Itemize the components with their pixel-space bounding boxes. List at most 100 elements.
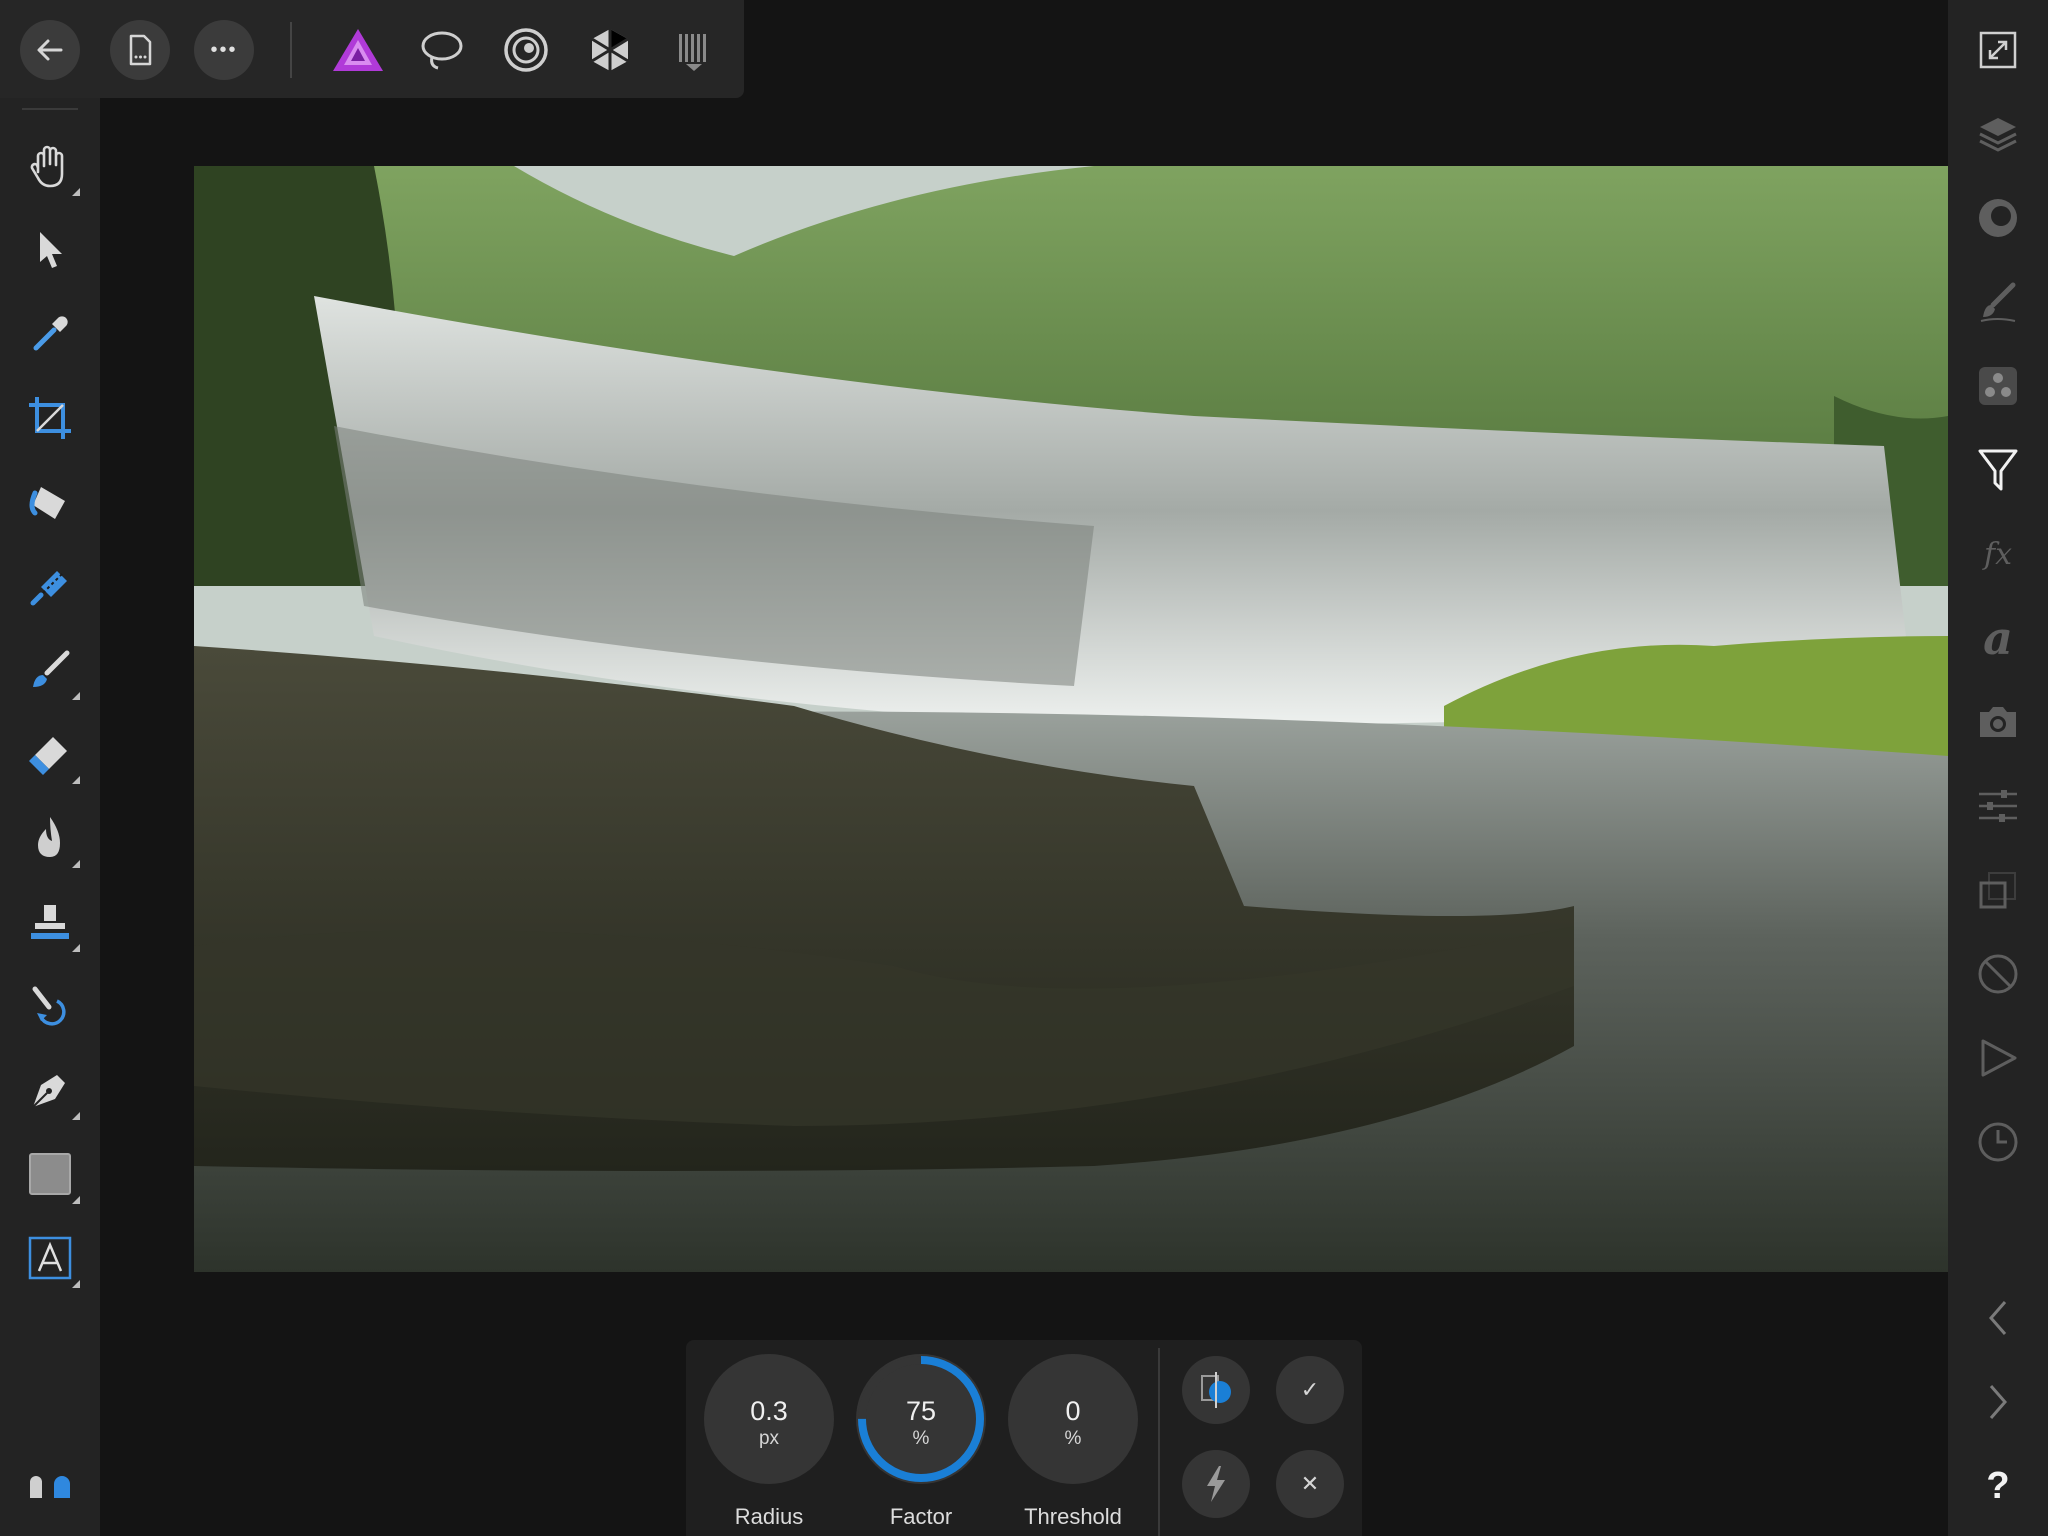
tool-options-indicator xyxy=(72,1280,80,1288)
cancel-button[interactable]: ✕ xyxy=(1276,1450,1344,1518)
history-icon xyxy=(1978,1122,2018,1162)
brushes-studio-button[interactable] xyxy=(1966,270,2030,334)
back-arrow-icon xyxy=(37,39,63,61)
channels-icon xyxy=(1979,367,2017,405)
macros-icon xyxy=(1981,1039,2017,1077)
text-tool[interactable] xyxy=(20,1228,80,1288)
flood-fill-tool-icon xyxy=(29,487,65,519)
more-button[interactable]: ••• xyxy=(194,20,254,80)
tools-toolbar xyxy=(0,98,100,1536)
undo-brush-tool-icon xyxy=(32,986,66,1026)
assistant-icon[interactable] xyxy=(28,1474,72,1498)
transform-icon xyxy=(1979,790,2017,822)
tool-options-indicator xyxy=(72,776,80,784)
crop-tool[interactable] xyxy=(20,388,80,448)
back-button[interactable] xyxy=(20,20,80,80)
develop-persona-button[interactable] xyxy=(494,18,558,82)
selection-brush-tool-icon xyxy=(30,571,67,606)
tool-options-indicator xyxy=(72,1112,80,1120)
factor-label: Factor xyxy=(889,1504,953,1529)
factor-unit: % xyxy=(912,1428,930,1449)
fullscreen-button[interactable] xyxy=(1966,18,2030,82)
navigator-studio-button[interactable] xyxy=(1966,858,2030,922)
panel-divider xyxy=(1158,1348,1160,1536)
rectangle-tool[interactable] xyxy=(20,1144,80,1204)
toolbar-divider xyxy=(290,22,292,78)
radius-dial[interactable]: 0.3 px xyxy=(704,1354,834,1484)
reset-button[interactable] xyxy=(1182,1450,1250,1518)
paint-brush-tool[interactable] xyxy=(20,640,80,700)
burn-brush-tool[interactable] xyxy=(20,808,80,868)
adjustments-icon xyxy=(1979,199,2017,237)
channels-studio-button[interactable] xyxy=(1966,354,2030,418)
help-button[interactable]: ? xyxy=(1966,1454,2030,1518)
pen-tool[interactable] xyxy=(20,1060,80,1120)
tool-options-indicator xyxy=(72,692,80,700)
text-tool-icon xyxy=(28,1236,72,1280)
text-styles-studio-button[interactable]: a xyxy=(1966,606,2030,670)
factor-value: 75 xyxy=(905,1396,937,1426)
transform-studio-button[interactable] xyxy=(1966,774,2030,838)
document-icon xyxy=(129,34,152,66)
view-tool[interactable] xyxy=(20,136,80,196)
text-styles-icon: a xyxy=(1983,611,2013,665)
tone-mapping-persona-button[interactable] xyxy=(578,18,642,82)
export-persona-icon xyxy=(679,34,706,71)
photo-persona-button[interactable] xyxy=(326,18,390,82)
factor-dial[interactable]: 75 % xyxy=(856,1354,986,1484)
effects-icon: fx xyxy=(1983,536,2013,572)
liquify-persona-button[interactable] xyxy=(410,18,474,82)
split-preview-icon xyxy=(1201,1372,1231,1408)
threshold-dial[interactable]: 0 % xyxy=(1008,1354,1138,1484)
previous-button[interactable] xyxy=(1966,1286,2030,1350)
liquify-persona-icon xyxy=(421,31,463,70)
snapshots-icon xyxy=(1980,707,2016,737)
next-button[interactable] xyxy=(1966,1370,2030,1434)
view-tool-icon xyxy=(30,145,64,188)
clone-brush-tool[interactable] xyxy=(20,892,80,952)
document-canvas[interactable] xyxy=(194,166,1948,1272)
ellipsis-icon: ••• xyxy=(210,38,238,61)
filters-icon xyxy=(1978,449,2018,491)
macros-studio-button[interactable] xyxy=(1966,1026,2030,1090)
tool-options-indicator xyxy=(72,944,80,952)
guides-studio-button[interactable] xyxy=(1966,942,2030,1006)
flood-fill-tool[interactable] xyxy=(20,472,80,532)
close-icon: ✕ xyxy=(1300,1471,1320,1496)
radius-label: Radius xyxy=(734,1504,804,1529)
move-tool[interactable] xyxy=(20,220,80,280)
effects-studio-button[interactable]: fx xyxy=(1966,522,2030,586)
snapshots-studio-button[interactable] xyxy=(1966,690,2030,754)
filters-studio-button[interactable] xyxy=(1966,438,2030,502)
move-tool-icon xyxy=(40,232,62,268)
tool-options-indicator xyxy=(72,860,80,868)
studio-toolbar: fx a ? xyxy=(1948,0,2048,1536)
export-persona-button[interactable] xyxy=(662,18,726,82)
erase-brush-tool[interactable] xyxy=(20,724,80,784)
color-picker-tool-icon xyxy=(33,316,68,351)
undo-brush-tool[interactable] xyxy=(20,976,80,1036)
apply-button[interactable]: ✓ xyxy=(1276,1356,1344,1424)
pen-tool-icon xyxy=(32,1075,65,1108)
color-picker-tool[interactable] xyxy=(20,304,80,364)
develop-persona-icon xyxy=(504,28,548,72)
split-preview-button[interactable] xyxy=(1182,1356,1250,1424)
tools-divider xyxy=(22,108,78,110)
radius-value: 0.3 xyxy=(750,1396,788,1426)
radius-unit: px xyxy=(758,1428,780,1449)
photo-persona-icon xyxy=(333,29,383,71)
chevron-left-icon xyxy=(1989,1301,2007,1335)
adjustments-studio-button[interactable] xyxy=(1966,186,2030,250)
tool-options-indicator xyxy=(72,188,80,196)
selection-brush-tool[interactable] xyxy=(20,556,80,616)
paint-brush-tool-icon xyxy=(33,650,70,687)
crop-tool-icon xyxy=(29,397,71,439)
layers-studio-button[interactable] xyxy=(1966,102,2030,166)
checkmark-icon: ✓ xyxy=(1300,1377,1320,1402)
document-button[interactable] xyxy=(110,20,170,80)
history-studio-button[interactable] xyxy=(1966,1110,2030,1174)
erase-brush-tool-icon xyxy=(29,737,67,775)
filter-context-panel: 0.3 px Radius 75 % Factor 0 % Threshold … xyxy=(686,1340,1362,1536)
layers-icon xyxy=(1979,118,2017,152)
help-icon: ? xyxy=(1986,1464,2010,1507)
